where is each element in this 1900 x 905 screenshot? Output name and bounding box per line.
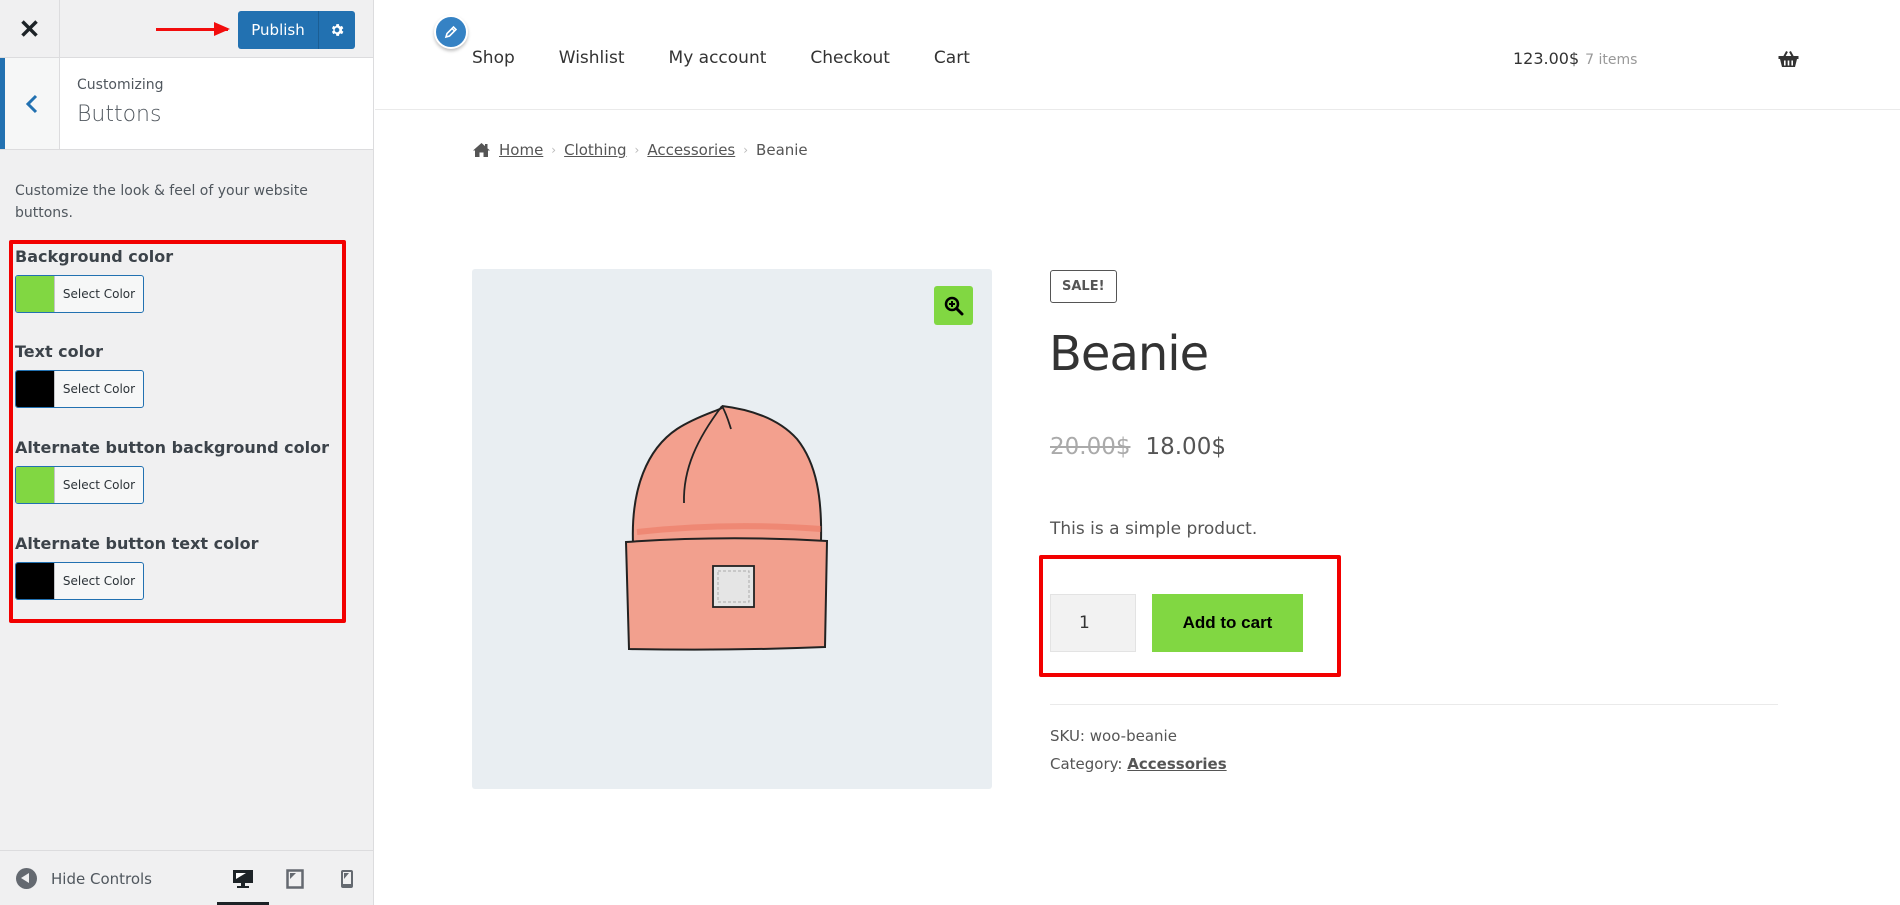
color-swatch [16,276,55,312]
section-breadcrumb: Customizing [77,77,164,93]
nav-item-shop[interactable]: Shop [472,48,515,68]
tablet-icon [286,868,304,889]
color-swatch [16,563,55,599]
header-cart-summary[interactable]: 123.00$ 7 items [1513,49,1637,68]
select-color-label: Select Color [62,478,136,492]
breadcrumb-home[interactable]: Home [499,141,543,159]
regular-price: 20.00$ [1050,434,1131,460]
section-title: Buttons [77,102,162,127]
quantity-input[interactable] [1050,594,1136,652]
product-image-beanie [624,405,829,651]
nav-item-checkout[interactable]: Checkout [810,48,890,68]
gallery-zoom-button[interactable] [934,286,973,325]
category-link[interactable]: Accessories [1127,755,1226,773]
section-header: Customizing Buttons [0,58,373,150]
back-button[interactable] [0,58,60,149]
device-tablet-button[interactable] [269,851,321,905]
section-description: Customize the look & feel of your websit… [15,183,308,221]
nav-item-my-account[interactable]: My account [669,48,767,68]
breadcrumb-clothing[interactable]: Clothing [564,141,626,159]
control-text-color: Text color Select Color [15,342,144,408]
zoom-in-icon [944,296,963,315]
add-to-cart-button[interactable]: Add to cart [1152,594,1303,652]
control-label: Background color [15,247,174,266]
breadcrumb-separator: › [743,143,749,157]
desktop-icon [233,869,253,888]
select-color-label: Select Color [62,574,136,588]
product-title: Beanie [1049,326,1209,382]
category-label: Category: [1050,755,1123,773]
site-preview: Shop Wishlist My account Checkout Cart 1… [375,0,1900,905]
breadcrumb-separator: › [634,143,640,157]
publish-settings-button[interactable] [318,11,355,49]
product-meta-divider [1050,704,1778,705]
color-swatch [16,467,55,503]
customizer-footer: Hide Controls [0,850,373,905]
sale-price: 18.00$ [1145,434,1226,460]
cart-item-count: 7 items [1585,52,1638,68]
select-color-button[interactable]: Select Color [15,275,144,313]
cart-total: 123.00$ [1513,49,1580,68]
nav-item-cart[interactable]: Cart [934,48,970,68]
select-color-button[interactable]: Select Color [15,562,144,600]
product-price: 20.00$ 18.00$ [1050,434,1226,460]
annotation-arrow [156,22,230,36]
breadcrumb-accessories[interactable]: Accessories [647,141,735,159]
breadcrumb: Home › Clothing › Accessories › Beanie [472,141,808,159]
control-label: Alternate button background color [15,438,329,457]
publish-controls: Publish [238,11,355,49]
control-alt-background-color: Alternate button background color Select… [15,438,329,504]
select-color-label: Select Color [62,382,136,396]
sku-value: woo-beanie [1089,727,1177,745]
cart-button[interactable] [1778,50,1799,72]
chevron-left-icon [25,94,38,113]
primary-navigation: Shop Wishlist My account Checkout Cart [472,48,1014,68]
basket-icon [1778,51,1799,67]
device-switcher [217,851,373,905]
customizer-sidebar: ✕ Publish Customizing Buttons Customize … [0,0,374,905]
sku-label: SKU: [1050,727,1085,745]
collapse-icon [16,868,37,889]
customizer-header: ✕ Publish [0,0,373,58]
home-icon [473,143,490,157]
edit-shortcut-button[interactable] [434,15,468,49]
select-color-button[interactable]: Select Color [15,466,144,504]
product-category: Category: Accessories [1050,755,1227,773]
device-mobile-button[interactable] [321,851,373,905]
control-label: Text color [15,342,104,361]
color-swatch [16,371,55,407]
mobile-icon [341,869,353,888]
close-customizer-button[interactable]: ✕ [0,0,60,58]
product-sku: SKU: woo-beanie [1050,727,1177,745]
select-color-button[interactable]: Select Color [15,370,144,408]
hide-controls-label: Hide Controls [51,869,153,888]
nav-item-wishlist[interactable]: Wishlist [559,48,625,68]
gear-icon [331,24,344,36]
control-background-color: Background color Select Color [15,247,173,313]
product-gallery[interactable] [472,269,992,789]
header-divider [375,109,1900,110]
control-alt-text-color: Alternate button text color Select Color [15,534,259,600]
product-short-description: This is a simple product. [1050,519,1258,539]
hide-controls-button[interactable]: Hide Controls [16,851,152,905]
breadcrumb-current: Beanie [756,141,808,159]
device-desktop-button[interactable] [217,851,269,905]
pencil-icon [444,25,458,39]
select-color-label: Select Color [62,287,136,301]
breadcrumb-separator: › [551,143,557,157]
close-icon: ✕ [18,13,41,44]
sale-badge: SALE! [1050,270,1117,303]
publish-button[interactable]: Publish [238,11,318,49]
control-label: Alternate button text color [15,534,259,553]
